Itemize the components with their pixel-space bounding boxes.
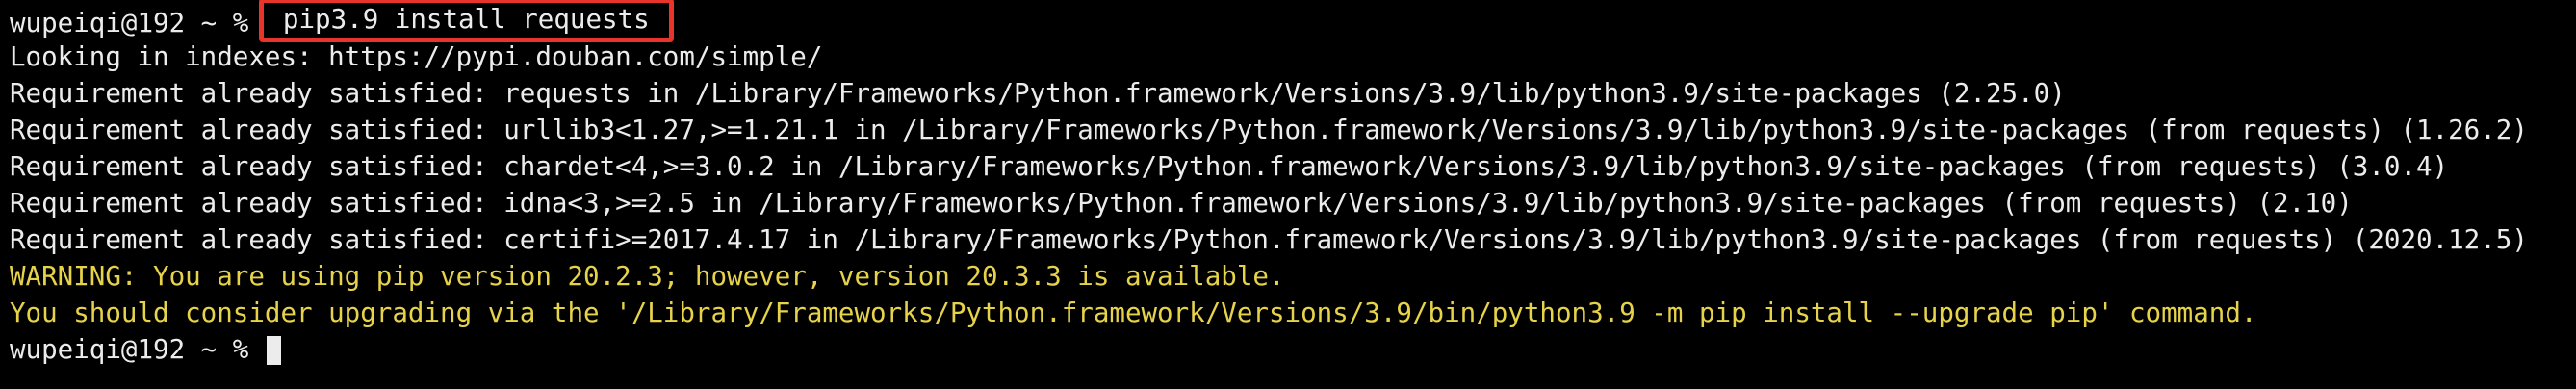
output-line-idna: Requirement already satisfied: idna<3,>=… — [10, 188, 2353, 219]
output-line-chardet: Requirement already satisfied: chardet<4… — [10, 151, 2449, 182]
output-line-certifi: Requirement already satisfied: certifi>=… — [10, 224, 2528, 255]
text-cursor — [266, 336, 281, 365]
output-line-urllib3: Requirement already satisfied: urllib3<1… — [10, 115, 2528, 145]
output-line-index: Looking in indexes: https://pypi.douban.… — [10, 41, 823, 72]
warning-line-upgrade: You should consider upgrading via the '/… — [10, 298, 2257, 328]
command-line: wupeiqi@192 ~ % pip3.9 install requests — [10, 0, 2576, 42]
shell-prompt: wupeiqi@192 ~ % — [10, 334, 265, 365]
highlighted-command: pip3.9 install requests — [258, 0, 674, 42]
output-line-requests: Requirement already satisfied: requests … — [10, 78, 2066, 109]
shell-prompt: wupeiqi@192 ~ % — [10, 8, 265, 39]
current-prompt-line[interactable]: wupeiqi@192 ~ % — [10, 331, 2576, 368]
warning-line-version: WARNING: You are using pip version 20.2.… — [10, 261, 1285, 292]
terminal-window[interactable]: wupeiqi@192 ~ % pip3.9 install requests … — [0, 0, 2576, 389]
